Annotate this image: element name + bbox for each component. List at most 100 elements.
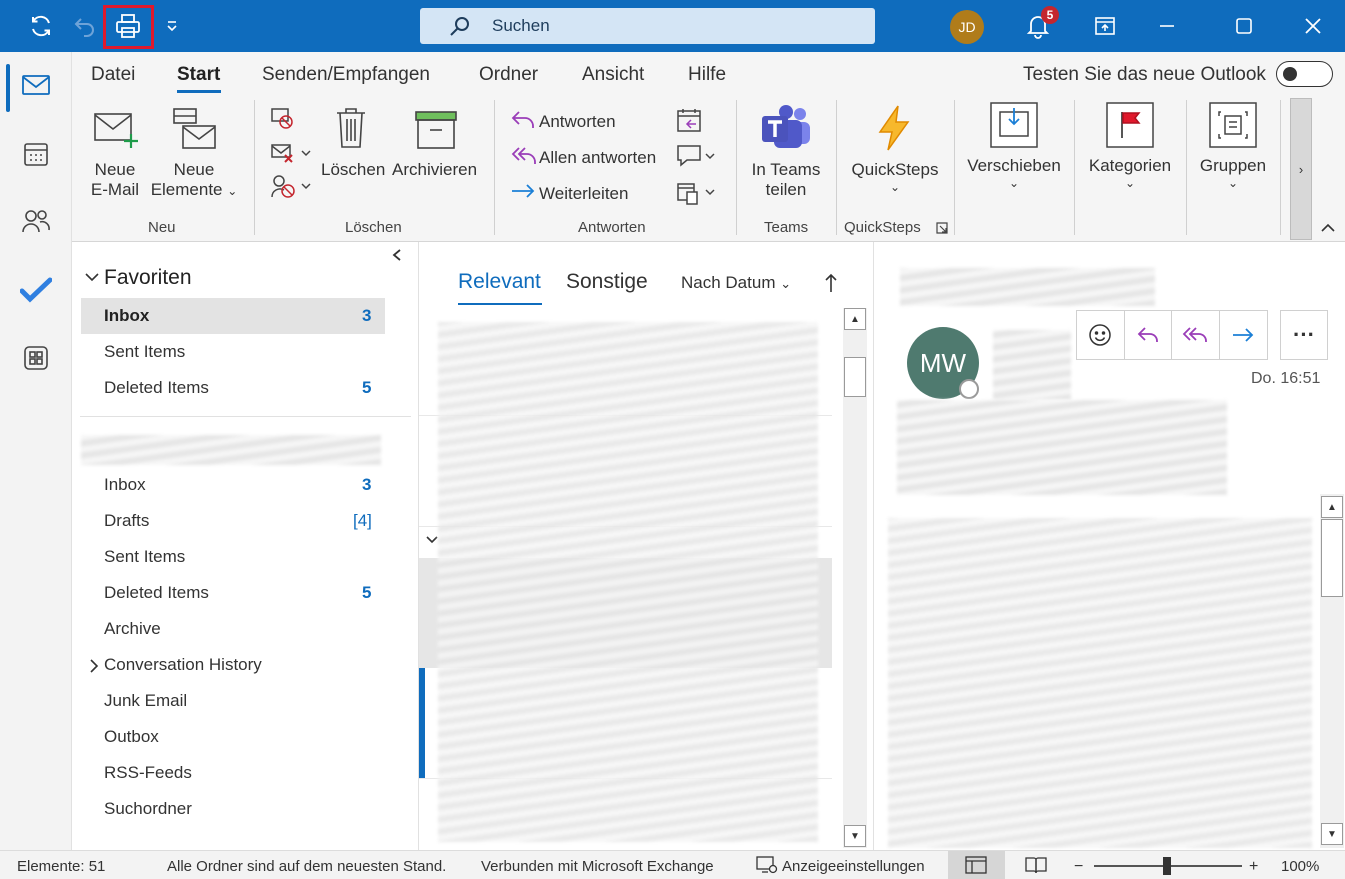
account-name-redacted[interactable] xyxy=(81,435,381,465)
scroll-thumb[interactable] xyxy=(1321,519,1343,597)
lightning-icon[interactable] xyxy=(874,104,914,152)
tab-other[interactable]: Sonstige xyxy=(566,270,648,294)
folder-rss-feeds[interactable]: RSS-Feeds xyxy=(104,763,192,783)
folder-search-folders[interactable]: Suchordner xyxy=(104,799,192,819)
meeting-reply-icon[interactable] xyxy=(675,106,703,134)
normal-view-icon xyxy=(965,856,987,874)
zoom-slider-thumb[interactable] xyxy=(1163,857,1171,875)
move-icon[interactable] xyxy=(990,102,1038,148)
folder-junk-email[interactable]: Junk Email xyxy=(104,691,187,711)
folder-drafts[interactable]: Drafts xyxy=(104,511,149,531)
categorize-icon[interactable] xyxy=(1106,102,1154,148)
folder-conversation-history[interactable]: Conversation History xyxy=(104,655,262,675)
sort-direction-arrow-icon[interactable] xyxy=(824,272,838,294)
share-to-teams-button[interactable]: In Teams teilen xyxy=(746,160,826,200)
search-input[interactable]: Suchen xyxy=(420,8,875,44)
favorite-inbox[interactable]: Inbox xyxy=(104,306,149,326)
rail-people[interactable] xyxy=(0,193,72,249)
minimize-icon[interactable] xyxy=(1150,8,1184,44)
favorite-sent-items[interactable]: Sent Items xyxy=(104,342,185,362)
coming-soon-icon[interactable] xyxy=(1088,8,1122,44)
rail-mail[interactable] xyxy=(0,57,72,113)
tab-senden-empfangen[interactable]: Senden/Empfangen xyxy=(262,64,430,86)
close-icon[interactable] xyxy=(1296,8,1330,44)
move-button[interactable]: Verschieben ⌄ xyxy=(962,156,1066,190)
tab-ordner[interactable]: Ordner xyxy=(479,64,538,86)
ignore-icon[interactable] xyxy=(269,106,297,132)
rail-apps[interactable] xyxy=(0,330,72,386)
folder-archive[interactable]: Archive xyxy=(104,619,161,639)
teams-icon[interactable] xyxy=(760,104,812,152)
dialog-launcher-icon[interactable] xyxy=(936,222,948,234)
chevron-down-icon[interactable] xyxy=(425,535,439,545)
scroll-down-button[interactable]: ▼ xyxy=(1321,823,1343,845)
forward-icon[interactable] xyxy=(1220,311,1267,359)
chevron-right-icon[interactable] xyxy=(88,658,100,674)
reading-view-icon[interactable] xyxy=(1024,856,1048,874)
display-settings-button[interactable]: Anzeigeeinstellungen xyxy=(782,858,925,875)
cleanup-icon[interactable] xyxy=(269,140,311,166)
reply-all-button[interactable]: Allen antworten xyxy=(539,148,656,168)
tab-focused[interactable]: Relevant xyxy=(458,270,541,294)
new-items-button[interactable]: Neue Elemente ⌄ xyxy=(148,160,240,200)
forward-button[interactable]: Weiterleiten xyxy=(539,184,628,204)
groups-icon[interactable] xyxy=(1209,102,1257,148)
connection-status[interactable]: Verbunden mit Microsoft Exchange xyxy=(481,858,714,875)
archive-icon[interactable] xyxy=(414,110,458,150)
tab-hilfe[interactable]: Hilfe xyxy=(688,64,726,86)
folder-sent-items[interactable]: Sent Items xyxy=(104,547,185,567)
sender-name-redacted[interactable] xyxy=(993,330,1071,400)
trash-icon[interactable] xyxy=(334,106,368,150)
chevron-down-icon[interactable] xyxy=(84,271,100,283)
message-list-redacted[interactable] xyxy=(438,322,818,842)
groups-button[interactable]: Gruppen ⌄ xyxy=(1194,156,1272,190)
sync-status: Alle Ordner sind auf dem neuesten Stand. xyxy=(167,858,447,875)
more-respond-icon[interactable] xyxy=(675,178,719,206)
undo-icon[interactable] xyxy=(68,8,102,44)
rail-calendar[interactable] xyxy=(0,126,72,182)
favorite-deleted-items[interactable]: Deleted Items xyxy=(104,378,209,398)
user-avatar[interactable]: JD xyxy=(950,10,984,44)
folder-inbox[interactable]: Inbox xyxy=(104,475,146,495)
folder-outbox[interactable]: Outbox xyxy=(104,727,159,747)
delete-button[interactable]: Löschen xyxy=(321,160,385,180)
more-options-button[interactable]: ··· xyxy=(1280,310,1328,360)
rail-todo[interactable] xyxy=(0,262,72,318)
folder-deleted-items[interactable]: Deleted Items xyxy=(104,583,209,603)
zoom-out-button[interactable]: − xyxy=(1074,858,1083,876)
reply-all-icon[interactable] xyxy=(510,144,538,168)
scroll-down-button[interactable]: ▼ xyxy=(844,825,866,847)
reply-all-icon[interactable] xyxy=(1172,311,1220,359)
scroll-thumb[interactable] xyxy=(844,357,866,397)
collapse-ribbon-icon[interactable] xyxy=(1320,222,1336,234)
reply-icon[interactable] xyxy=(1125,311,1172,359)
junk-icon[interactable] xyxy=(269,172,311,200)
new-email-icon[interactable] xyxy=(93,110,141,150)
new-email-button[interactable]: Neue E-Mail xyxy=(82,160,148,200)
zoom-in-button[interactable]: + xyxy=(1249,858,1258,876)
forward-icon[interactable] xyxy=(510,180,536,204)
ribbon-scroll-right-button[interactable]: › xyxy=(1290,98,1312,240)
emoji-reaction-icon[interactable] xyxy=(1077,311,1125,359)
reply-button[interactable]: Antworten xyxy=(539,112,616,132)
favorites-header[interactable]: Favoriten xyxy=(104,266,192,290)
zoom-level[interactable]: 100% xyxy=(1281,858,1319,875)
im-reply-icon[interactable] xyxy=(675,142,719,170)
scroll-up-button[interactable]: ▲ xyxy=(844,308,866,330)
tab-start[interactable]: Start xyxy=(177,64,220,86)
sort-by-date-dropdown[interactable]: Nach Datum ⌄ xyxy=(681,273,791,293)
customize-toolbar-icon[interactable] xyxy=(155,8,189,44)
scroll-up-button[interactable]: ▲ xyxy=(1321,496,1343,518)
maximize-icon[interactable] xyxy=(1227,8,1261,44)
quicksteps-button[interactable]: QuickSteps ⌄ xyxy=(846,160,944,194)
collapse-folder-pane-icon[interactable] xyxy=(391,248,403,262)
tab-ansicht[interactable]: Ansicht xyxy=(582,64,644,86)
archive-button[interactable]: Archivieren xyxy=(392,160,477,180)
reply-icon[interactable] xyxy=(510,108,536,132)
categories-button[interactable]: Kategorien ⌄ xyxy=(1082,156,1178,190)
display-settings-icon[interactable] xyxy=(756,856,778,874)
message-body-redacted[interactable] xyxy=(888,518,1312,848)
sync-icon[interactable] xyxy=(24,8,58,44)
new-items-icon[interactable] xyxy=(171,106,217,152)
tab-datei[interactable]: Datei xyxy=(91,64,135,86)
